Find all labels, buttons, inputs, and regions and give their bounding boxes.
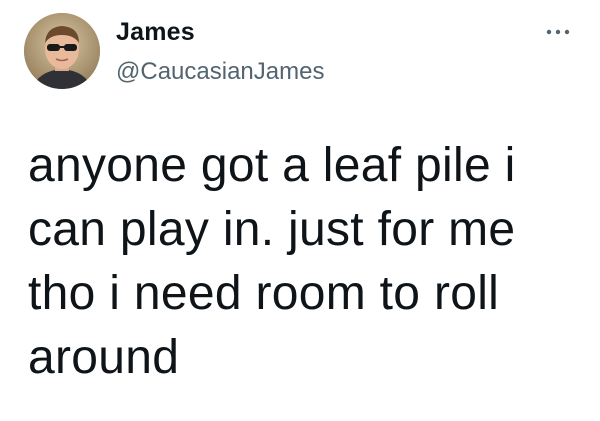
avatar[interactable] [24, 13, 100, 89]
more-options-icon [546, 29, 570, 35]
tweet-card: James @CaucasianJames anyone got a leaf … [0, 0, 600, 421]
more-options-button[interactable] [540, 20, 576, 44]
user-handle[interactable]: @CaucasianJames [116, 56, 324, 88]
avatar-photo [24, 13, 100, 89]
tweet-text: anyone got a leaf pile i can play in. ju… [28, 139, 516, 384]
display-name[interactable]: James [116, 16, 195, 48]
